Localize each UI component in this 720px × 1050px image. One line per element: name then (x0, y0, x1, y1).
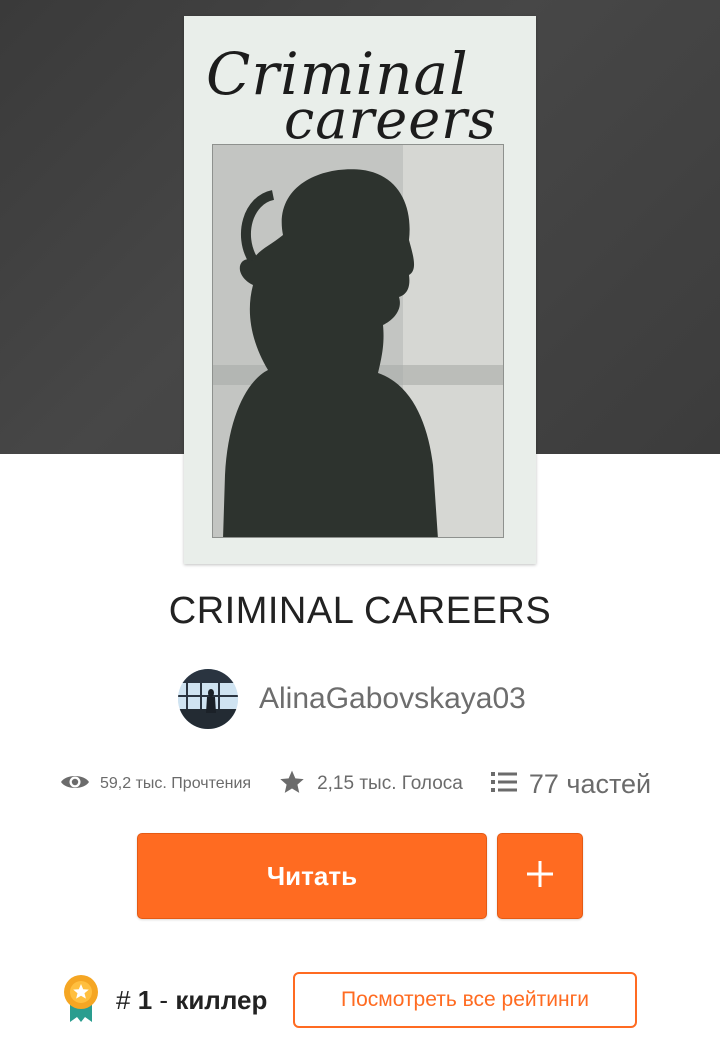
cover-title-line-2: careers (284, 88, 497, 151)
book-cover[interactable]: Criminal careers (184, 16, 536, 564)
story-title: CRIMINAL CAREERS (168, 590, 552, 632)
read-button[interactable]: Читать (137, 833, 487, 919)
rank-prefix: # (116, 984, 131, 1015)
author-avatar[interactable] (178, 669, 238, 729)
author-row[interactable]: AlinaGabovskaya03 (178, 668, 526, 730)
add-to-library-button[interactable] (497, 833, 583, 919)
ranking-label: # 1 - киллер (116, 985, 267, 1016)
parts-stat[interactable]: 77 частей (490, 768, 652, 800)
view-all-rankings-button[interactable]: Посмотреть все рейтинги (293, 972, 637, 1028)
star-icon (279, 769, 305, 800)
list-icon (490, 771, 517, 798)
reads-stat: 59,2 тыс. Прочтения (60, 772, 251, 797)
votes-stat: 2,15 тыс. Голоса (279, 769, 463, 800)
award-badge-icon (62, 973, 100, 1028)
author-username[interactable]: AlinaGabovskaya03 (259, 682, 526, 716)
rank-tag: киллер (175, 984, 268, 1015)
read-button-label: Читать (266, 860, 358, 891)
parts-count: 77 частей (528, 768, 652, 799)
plus-icon (526, 860, 554, 893)
rank-separator: - (159, 984, 169, 1015)
ranking-row: # 1 - киллер (62, 972, 267, 1028)
story-stats: 59,2 тыс. Прочтения 2,15 тыс. Голоса 77 … (60, 762, 670, 806)
view-all-rankings-label: Посмотреть все рейтинги (341, 988, 589, 1011)
eye-icon (60, 772, 90, 797)
votes-count: 2,15 тыс. Голоса (317, 773, 463, 794)
reads-count: 59,2 тыс. Прочтения (100, 775, 252, 792)
rank-number: 1 (137, 984, 153, 1015)
cover-photo (212, 144, 504, 538)
cover-title: Criminal careers (184, 34, 536, 151)
